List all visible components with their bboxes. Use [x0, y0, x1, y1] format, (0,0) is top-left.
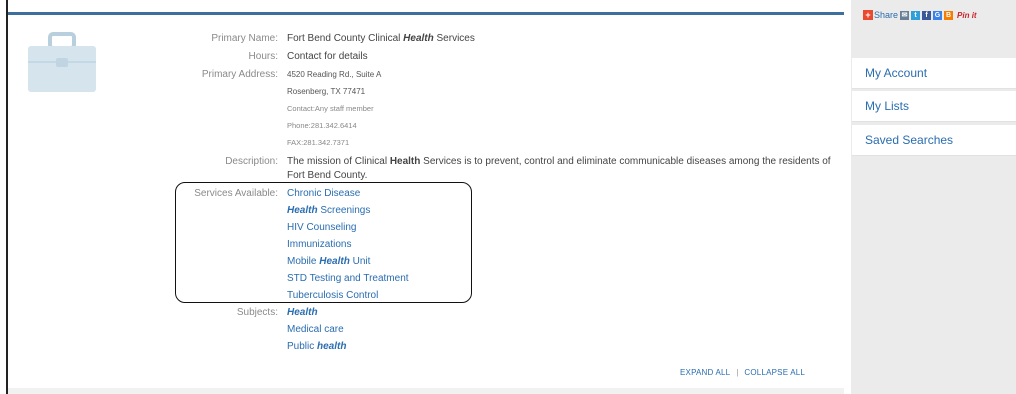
hours-label: Hours:: [248, 51, 278, 62]
facebook-icon[interactable]: f: [922, 10, 932, 20]
share-button[interactable]: Share: [874, 10, 898, 20]
description-value: The mission of Clinical Health Services …: [287, 156, 831, 181]
highlight-term: Health: [403, 33, 434, 44]
panel-footer-strip: [8, 388, 844, 394]
primary-name-value: Fort Bend County Clinical Health Service…: [287, 33, 475, 44]
address-line2: Rosenberg, TX 77471: [287, 87, 366, 96]
highlight-term: Health: [287, 307, 318, 318]
annotation-highlight-box: [175, 182, 472, 303]
sidebar-my-lists-link[interactable]: My Lists: [852, 91, 1016, 122]
sidebar-saved-searches-link[interactable]: Saved Searches: [852, 125, 1016, 156]
highlight-term: health: [317, 341, 347, 352]
expand-collapse-controls: EXPAND ALL | COLLAPSE ALL: [680, 368, 805, 377]
subjects-label: Subjects:: [236, 307, 278, 318]
highlight-term: Health: [389, 156, 421, 167]
share-icons-group: ✉ t f G B: [900, 10, 955, 20]
phone-value: Phone:281.342.6414: [287, 121, 357, 130]
share-toolbar: + Share ✉ t f G B Pin it: [863, 9, 977, 21]
expand-all-link[interactable]: EXPAND ALL: [680, 368, 730, 377]
pinit-button[interactable]: Pin it: [957, 11, 977, 20]
address-line1: 4520 Reading Rd., Suite A: [287, 70, 382, 79]
email-icon[interactable]: ✉: [900, 10, 910, 20]
share-plus-icon[interactable]: +: [863, 10, 873, 20]
blogger-icon[interactable]: B: [944, 10, 954, 20]
subject-link[interactable]: Public health: [287, 340, 346, 354]
hours-value: Contact for details: [287, 51, 368, 62]
collapse-all-link[interactable]: COLLAPSE ALL: [744, 368, 805, 377]
panel-accent-bar: [8, 12, 844, 15]
address-label: Primary Address:: [201, 69, 278, 80]
action-separator: |: [736, 368, 739, 377]
subject-link[interactable]: Medical care: [287, 323, 344, 337]
contact-value: Contact:Any staff member: [287, 104, 374, 113]
subject-link[interactable]: Health: [287, 306, 318, 320]
primary-name-label: Primary Name:: [211, 33, 278, 44]
google-icon[interactable]: G: [933, 10, 943, 20]
description-label: Description:: [225, 156, 278, 167]
fax-value: FAX:281.342.7371: [287, 138, 350, 147]
sidebar-my-account-link[interactable]: My Account: [852, 58, 1016, 89]
twitter-icon[interactable]: t: [911, 10, 921, 20]
briefcase-icon: [28, 32, 96, 92]
